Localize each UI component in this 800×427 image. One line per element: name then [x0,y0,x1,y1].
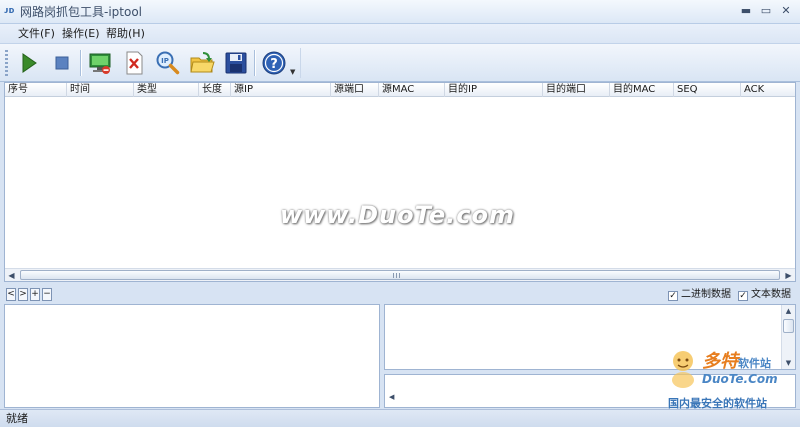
ip-search-icon: IP [156,51,180,75]
checkbox-check-icon: ✓ [738,291,748,301]
title-bar: ᴊᴅ 网路岗抓包工具-iptool ▬ ▭ ✕ [0,0,800,24]
site-watermark: www.DuoTe.com [280,201,515,229]
network-monitor-icon [89,53,111,74]
column-header-seq-no[interactable]: 序号 [5,83,67,97]
column-header-dest-port[interactable]: 目的端口 [543,83,610,97]
nav-next-button[interactable]: > [18,288,28,301]
open-button[interactable] [188,49,216,77]
column-header-time[interactable]: 时间 [67,83,134,97]
toolbar-separator [80,50,81,76]
column-header-seq[interactable]: SEQ [674,83,741,97]
save-button[interactable] [222,49,250,77]
column-header-dest-mac[interactable]: 目的MAC [610,83,674,97]
text-data-checkbox[interactable]: ✓ 文本数据 [738,289,791,301]
status-bar: 就绪 [0,409,800,427]
scroll-left-arrow-icon[interactable]: ◀ [389,393,394,401]
window-title: 网路岗抓包工具-iptool [20,5,143,19]
logo-domain: DuoTe.Com [702,372,778,386]
scroll-left-arrow-icon[interactable]: ◀ [5,269,18,282]
column-header-source-port[interactable]: 源端口 [331,83,379,97]
scrollbar-grip [393,273,401,278]
logo-brand: 多特 [702,351,738,372]
svg-text:?: ? [270,57,278,72]
column-header-length[interactable]: 长度 [199,83,231,97]
toolbar-grip[interactable] [5,50,8,76]
column-header-type[interactable]: 类型 [134,83,199,97]
play-icon [22,53,37,73]
duote-logo-watermark: 多特软件站 DuoTe.Com 国内最安全的软件站 [666,345,798,411]
nav-collapse-button[interactable]: − [42,288,52,301]
minimize-button[interactable]: ▬ [738,3,754,19]
nav-prev-button[interactable]: < [6,288,16,301]
stop-icon [55,56,69,70]
binary-data-checkbox[interactable]: ✓ 二进制数据 [668,289,731,301]
help-button[interactable]: ? [260,49,288,77]
checkbox-check-icon: ✓ [668,291,678,301]
start-capture-button[interactable] [14,49,42,77]
help-icon: ? [262,51,286,75]
scrollbar-thumb[interactable] [783,319,794,333]
toolbar-separator [254,50,255,76]
toolbar-end-divider [300,48,301,78]
menu-bar: 文件(F) 操作(E) 帮助(H) [0,24,800,44]
status-text: 就绪 [6,412,28,425]
packet-list-header: 序号 时间 类型 长度 源IP 源端口 源MAC 目的IP 目的端口 目的MAC… [5,83,795,97]
toolbar: IP ? ▼ [0,44,800,82]
scroll-right-arrow-icon[interactable]: ▶ [782,269,795,282]
packet-list[interactable]: 序号 时间 类型 长度 源IP 源端口 源MAC 目的IP 目的端口 目的MAC… [4,82,796,282]
open-folder-icon [190,52,215,73]
scroll-up-arrow-icon[interactable]: ▲ [782,305,795,317]
packet-detail-pane[interactable] [4,304,380,408]
ip-search-button[interactable]: IP [154,49,182,77]
menu-operation[interactable]: 操作(E) [58,26,104,42]
app-icon: ᴊᴅ [4,6,15,16]
svg-text:IP: IP [161,57,169,65]
scrollbar-thumb[interactable] [20,270,780,280]
clear-button[interactable] [120,49,148,77]
logo-brand-suffix: 软件站 [738,357,771,370]
text-data-label: 文本数据 [751,289,791,300]
network-monitor-button[interactable] [86,49,114,77]
mascot-icon [672,351,694,388]
maximize-button[interactable]: ▭ [758,3,774,19]
menu-file[interactable]: 文件(F) [14,26,59,42]
column-header-ack[interactable]: ACK [741,83,795,97]
stop-capture-button[interactable] [48,49,76,77]
nav-expand-button[interactable]: + [30,288,40,301]
save-icon [225,52,247,74]
binary-data-label: 二进制数据 [681,289,731,300]
close-button[interactable]: ✕ [778,3,794,19]
menu-help[interactable]: 帮助(H) [102,26,149,42]
column-header-source-mac[interactable]: 源MAC [379,83,445,97]
packet-list-horizontal-scrollbar[interactable]: ◀ ▶ [5,268,795,281]
toolbar-dropdown-icon[interactable]: ▼ [290,68,295,76]
column-header-source-ip[interactable]: 源IP [231,83,331,97]
column-header-dest-ip[interactable]: 目的IP [445,83,543,97]
detail-navigation-row: < > + − ✓ 二进制数据 ✓ 文本数据 [0,286,800,304]
clear-icon [126,51,143,75]
